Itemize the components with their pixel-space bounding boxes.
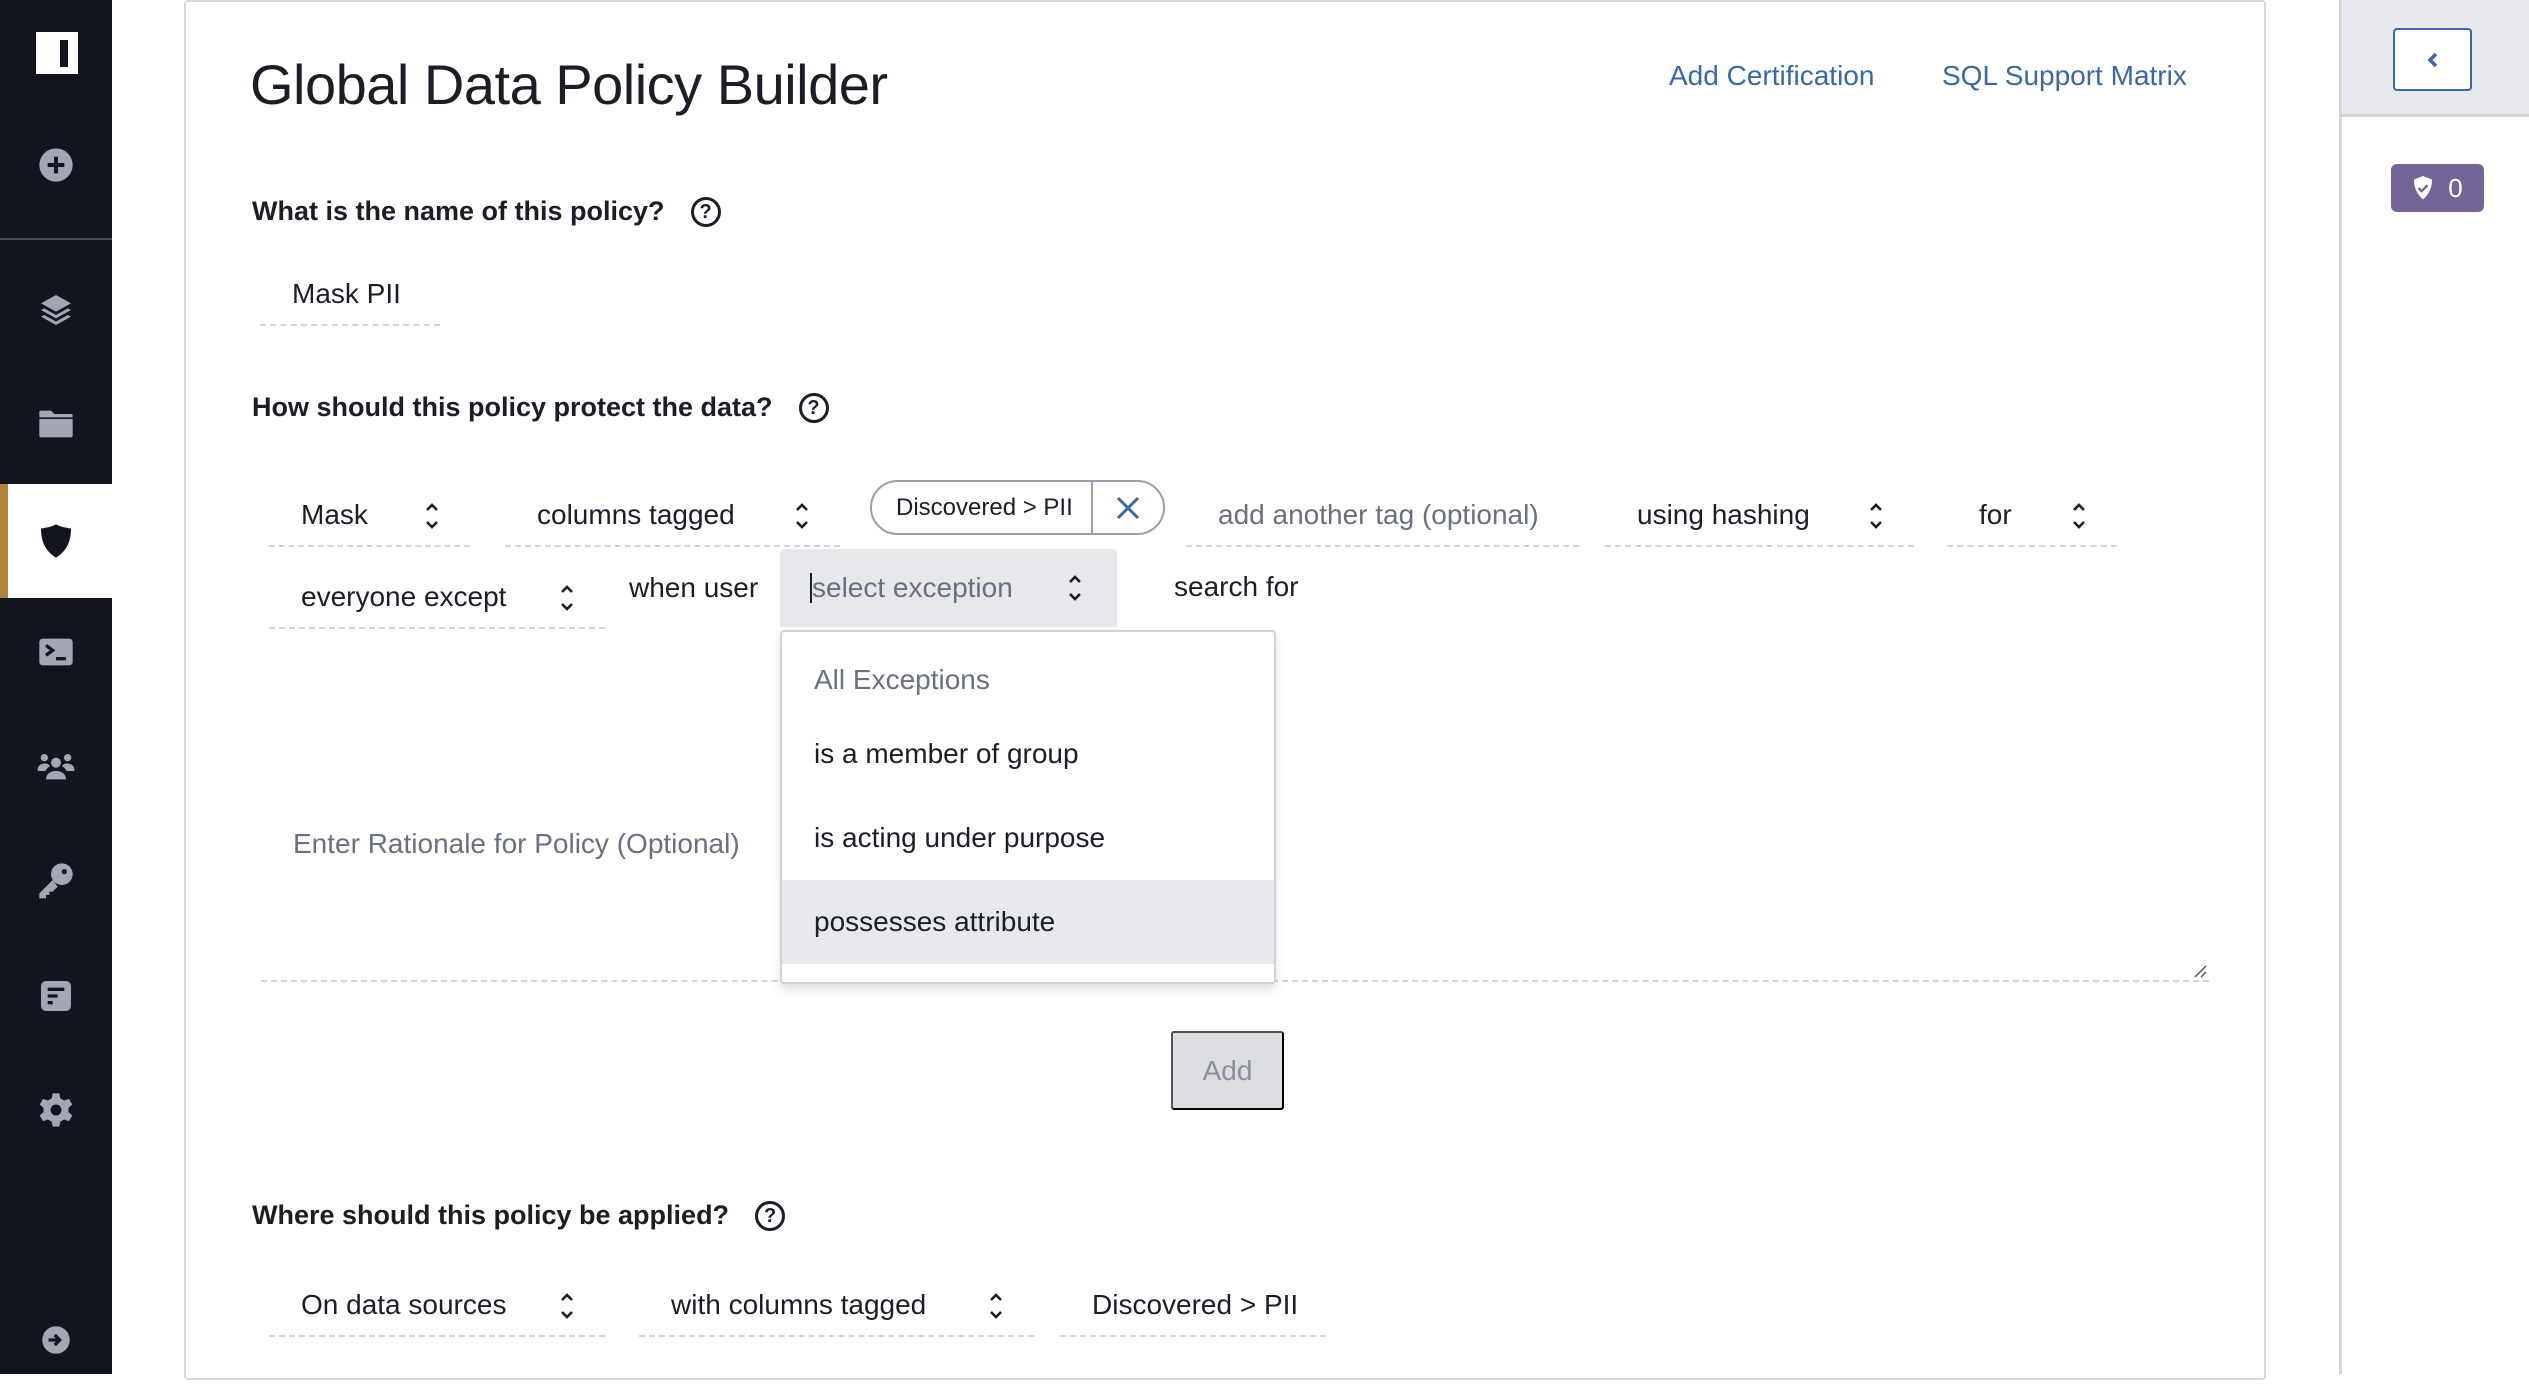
page-title: Global Data Policy Builder [250,53,888,116]
method-select[interactable]: using hashing [1605,485,1914,547]
policy-name-value: Mask PII [292,278,401,309]
plus-circle-icon [39,148,73,182]
chevron-up-down-icon [1067,573,1083,608]
sidebar-item-users[interactable] [0,709,112,823]
sidebar-item-settings[interactable] [0,1053,112,1167]
option-label: possesses attribute [814,906,1056,937]
remove-tag-button[interactable] [1091,482,1163,533]
target-select-value: columns tagged [537,499,735,530]
policy-builder-card: Global Data Policy Builder Add Certifica… [184,0,2266,1380]
chevron-left-icon [2427,52,2437,67]
target-select[interactable]: columns tagged [505,485,840,547]
option-label: is a member of group [814,738,1079,769]
action-select[interactable]: Mask [269,485,470,547]
help-icon[interactable]: ? [690,196,721,227]
folder-icon [39,410,73,438]
certification-count: 0 [2448,172,2463,203]
add-tag-input[interactable]: add another tag (optional) [1186,485,1579,547]
dropdown-option-acting-under-purpose[interactable]: is acting under purpose [782,796,1274,880]
chevron-up-down-icon [424,501,440,531]
help-icon[interactable]: ? [755,1200,786,1231]
for-select-value: for [1979,499,2012,530]
shield-check-icon [2414,176,2433,200]
add-tag-placeholder: add another tag (optional) [1218,499,1539,530]
rationale-placeholder: Enter Rationale for Policy (Optional) [293,828,740,859]
chevron-up-down-icon [559,1291,575,1321]
application-tag-input[interactable]: Discovered > PII [1060,1275,1326,1337]
add-certification-link[interactable]: Add Certification [1669,60,1874,92]
terminal-icon [39,638,73,666]
sidebar-item-query-editor[interactable] [0,595,112,709]
right-panel-header [2342,0,2529,117]
option-label: is acting under purpose [814,822,1106,853]
chevron-up-down-icon [1868,501,1884,531]
certification-badge[interactable]: 0 [2391,164,2484,212]
users-icon [37,754,75,780]
condition-select[interactable]: with columns tagged [639,1275,1034,1337]
right-panel: 0 [2339,0,2529,1374]
sidebar-item-data-sources[interactable] [0,253,112,367]
method-select-value: using hashing [1637,499,1810,530]
sql-support-matrix-link[interactable]: SQL Support Matrix [1942,60,2187,92]
chevron-up-down-icon [2071,501,2087,531]
gear-icon [39,1093,73,1127]
sidebar-divider [0,238,112,240]
policy-name-question: What is the name of this policy? [252,196,665,226]
scope-select[interactable]: everyone except [269,567,605,629]
search-for-input[interactable]: search for [1174,571,1299,603]
scope-select-value: everyone except [301,581,507,612]
chevron-up-down-icon [559,583,575,613]
where-select-value: On data sources [301,1289,507,1320]
sidebar-item-api-keys[interactable] [0,823,112,937]
application-question: Where should this policy be applied? [252,1200,730,1230]
action-select-value: Mask [301,499,368,530]
document-icon [41,981,71,1011]
application-tag-value: Discovered > PII [1092,1289,1299,1320]
help-icon[interactable]: ? [798,392,829,423]
protection-heading: How should this policy protect the data?… [252,392,829,423]
dropdown-option-member-of-group[interactable]: is a member of group [782,712,1274,796]
exception-select[interactable]: select exception [780,549,1117,627]
policy-name-input[interactable]: Mask PII [260,264,440,326]
dropdown-header: All Exceptions [814,664,990,695]
tag-chip-label: Discovered > PII [896,493,1073,521]
exception-select-placeholder: select exception [810,572,1013,603]
chevron-up-down-icon [794,501,810,531]
sidebar-item-sign-out[interactable] [0,1283,112,1397]
sidebar-item-audit[interactable] [0,939,112,1053]
policy-name-heading: What is the name of this policy? ? [252,196,721,227]
protection-question: How should this policy protect the data? [252,392,773,422]
sidebar-nav [0,0,112,1374]
sidebar-item-add[interactable] [0,108,112,222]
dropdown-option-possesses-attribute[interactable]: possesses attribute [782,880,1274,964]
key-icon [39,863,73,899]
collapse-panel-button[interactable] [2393,28,2472,91]
when-user-label: when user [629,572,759,603]
layers-icon [41,295,71,325]
for-select[interactable]: for [1947,485,2117,547]
condition-select-value: with columns tagged [671,1289,927,1320]
where-select[interactable]: On data sources [269,1275,605,1337]
shield-icon [41,524,71,558]
add-button[interactable]: Add [1171,1031,1284,1110]
sidebar-item-policies[interactable] [0,484,112,598]
close-icon [1116,496,1140,519]
chevron-up-down-icon [988,1291,1004,1321]
application-heading: Where should this policy be applied? ? [252,1200,786,1231]
arrow-right-circle-icon [42,1326,70,1354]
resize-handle-icon[interactable] [2193,964,2207,978]
exception-dropdown-menu: All Exceptions is a member of group is a… [780,630,1276,984]
app-logo[interactable] [36,32,78,74]
tag-chip: Discovered > PII [870,480,1165,535]
sidebar-item-projects[interactable] [0,367,112,481]
